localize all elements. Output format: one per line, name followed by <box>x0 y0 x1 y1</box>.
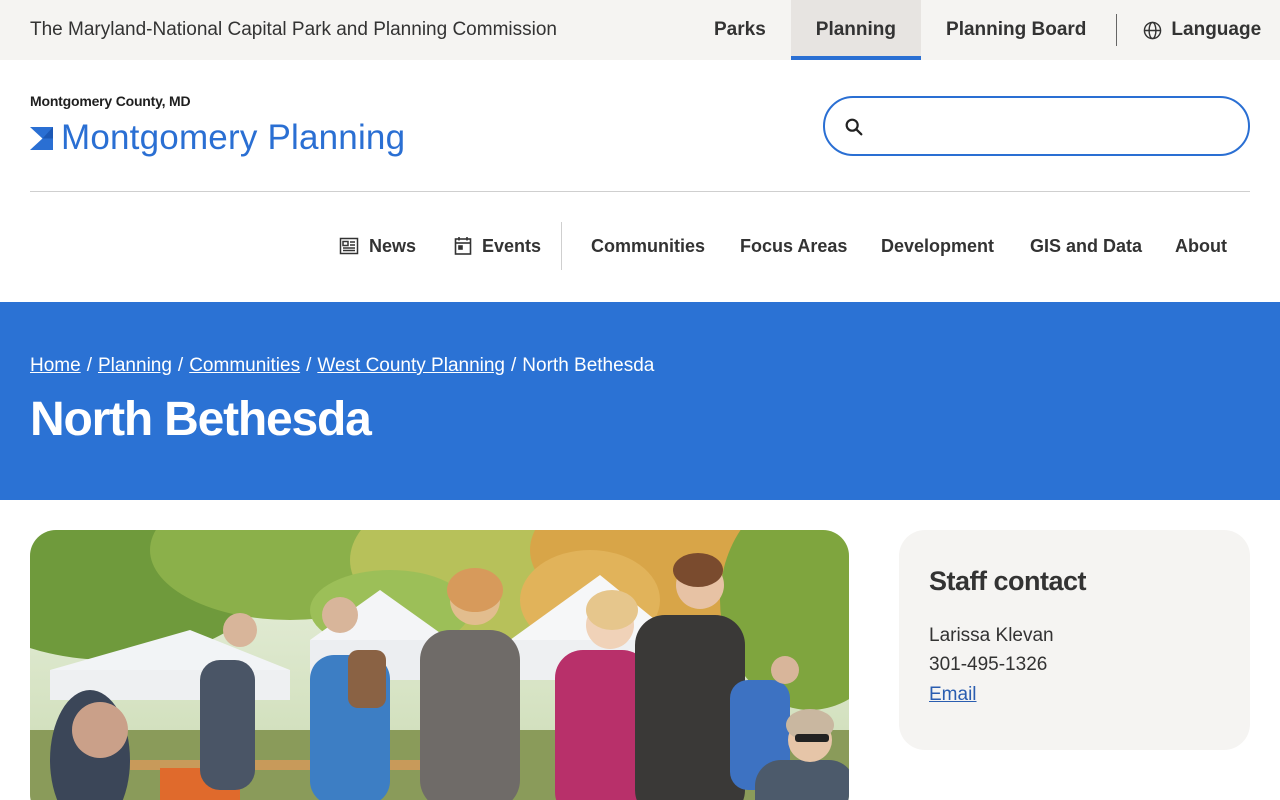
staff-contact-card: Staff contact Larissa Klevan 301-495-132… <box>899 530 1250 750</box>
page-title: North Bethesda <box>30 393 372 446</box>
search-icon[interactable] <box>843 116 865 138</box>
nav-news-label: News <box>369 235 417 256</box>
logo-mark-icon <box>30 126 53 150</box>
breadcrumb-current: North Bethesda <box>522 355 655 376</box>
nav-events[interactable]: Events <box>454 222 541 270</box>
breadcrumb-separator: / <box>86 355 92 376</box>
header-divider <box>30 191 1250 192</box>
county-label: Montgomery County, MD <box>30 93 191 109</box>
nav-separator <box>561 222 562 270</box>
nav-events-label: Events <box>482 235 542 256</box>
language-label: Language <box>1171 19 1262 40</box>
search-input[interactable] <box>879 108 1229 144</box>
breadcrumb-west-county-planning[interactable]: West County Planning <box>317 355 505 377</box>
utility-bar: The Maryland-National Capital Park and P… <box>0 0 1280 60</box>
nav-focus-areas[interactable]: Focus Areas <box>740 222 847 270</box>
calendar-icon <box>454 237 472 255</box>
breadcrumb-planning[interactable]: Planning <box>98 355 172 377</box>
tab-planning-board[interactable]: Planning Board <box>921 0 1111 60</box>
breadcrumb-separator: / <box>306 355 312 376</box>
tab-planning[interactable]: Planning <box>790 0 922 60</box>
logo-text: Montgomery Planning <box>61 118 406 157</box>
breadcrumb-separator: / <box>511 355 517 376</box>
org-name: The Maryland-National Capital Park and P… <box>30 19 557 40</box>
language-button[interactable]: Language <box>1143 19 1261 41</box>
breadcrumb-communities[interactable]: Communities <box>189 355 300 377</box>
community-event-photo <box>30 530 849 800</box>
globe-icon <box>1144 21 1162 39</box>
utility-nav: Parks Planning Planning Board Language <box>689 0 1261 60</box>
nav-communities[interactable]: Communities <box>591 222 705 270</box>
breadcrumb: Home / Planning / Communities / West Cou… <box>30 355 654 377</box>
staff-contact-heading: Staff contact <box>929 566 1087 596</box>
site-logo[interactable]: Montgomery Planning <box>30 118 405 158</box>
utility-divider <box>1116 14 1118 46</box>
breadcrumb-separator: / <box>177 355 184 376</box>
staff-contact-name: Larissa Klevan <box>929 625 1054 646</box>
nav-gis-and-data[interactable]: GIS and Data <box>1030 222 1142 270</box>
page-hero: Home / Planning / Communities / West Cou… <box>0 302 1280 500</box>
staff-contact-email-link[interactable]: Email <box>929 684 977 706</box>
main-nav: News Events Communities Focus Areas Deve… <box>0 222 1280 270</box>
newspaper-icon <box>339 237 359 255</box>
search-box <box>823 96 1250 156</box>
breadcrumb-home[interactable]: Home <box>30 355 81 377</box>
staff-contact-phone: 301-495-1326 <box>929 654 1048 675</box>
nav-news[interactable]: News <box>339 222 416 270</box>
nav-development[interactable]: Development <box>881 222 994 270</box>
tab-parks[interactable]: Parks <box>689 0 791 60</box>
nav-about[interactable]: About <box>1175 222 1227 270</box>
